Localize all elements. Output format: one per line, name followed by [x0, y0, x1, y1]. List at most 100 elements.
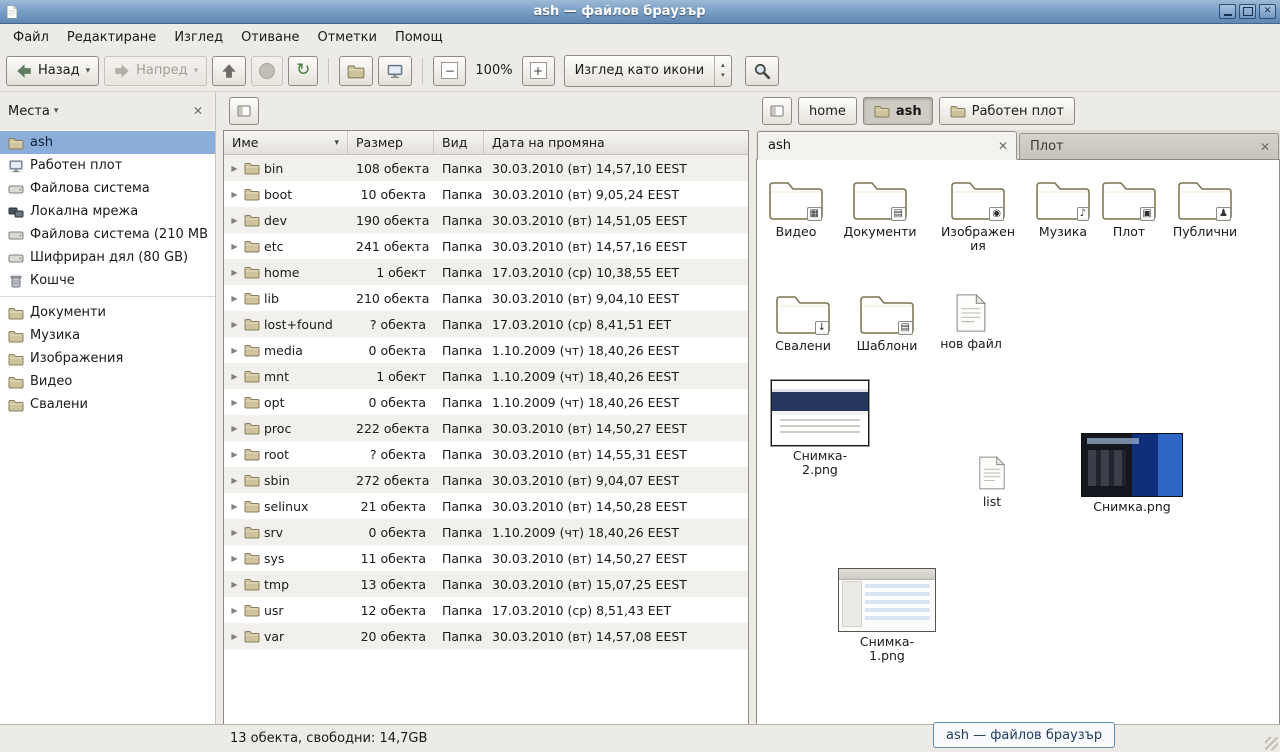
expander-icon[interactable]: ▶ [229, 528, 240, 537]
expander-icon[interactable]: ▶ [229, 216, 240, 225]
table-row[interactable]: ▶ var 20 обекта Папка 30.03.2010 (вт) 14… [224, 623, 748, 649]
file-item-pictures[interactable]: ◉ Изображения [937, 174, 1019, 254]
expander-icon[interactable]: ▶ [229, 554, 240, 563]
column-header-type[interactable]: Вид [434, 131, 484, 154]
table-row[interactable]: ▶ media 0 обекта Папка 1.10.2009 (чт) 18… [224, 337, 748, 363]
menu-help[interactable]: Помощ [386, 27, 452, 48]
file-item-downloads[interactable]: ↓ Свалени [764, 288, 842, 353]
up-button[interactable] [212, 56, 246, 86]
file-item-new-file[interactable]: нов файл [933, 286, 1009, 351]
pane-splitter[interactable] [749, 92, 756, 724]
file-item-templates[interactable]: ▤ Шаблони [848, 288, 926, 353]
expander-icon[interactable]: ▶ [229, 502, 240, 511]
expander-icon[interactable]: ▶ [229, 398, 240, 407]
computer-button[interactable] [378, 56, 412, 86]
menu-view[interactable]: Изглед [165, 27, 232, 48]
pathbar-item-desktop[interactable]: Работен плот [939, 97, 1075, 125]
sidebar-item[interactable]: Свалени [0, 393, 215, 416]
table-row[interactable]: ▶ root ? обекта Папка 30.03.2010 (вт) 14… [224, 441, 748, 467]
sidebar-item[interactable]: Работен плот [0, 154, 215, 177]
table-row[interactable]: ▶ srv 0 обекта Папка 1.10.2009 (чт) 18,4… [224, 519, 748, 545]
table-row[interactable]: ▶ selinux 21 обекта Папка 30.03.2010 (вт… [224, 493, 748, 519]
menu-file[interactable]: Файл [4, 27, 58, 48]
expander-icon[interactable]: ▶ [229, 606, 240, 615]
sidebar-item[interactable]: Шифриран дял (80 GB) [0, 246, 215, 269]
sidebar-item[interactable]: Изображения [0, 347, 215, 370]
pathbar-root-button[interactable] [762, 97, 792, 125]
chevron-down-icon[interactable]: ▾ [54, 106, 189, 116]
file-item-music[interactable]: ♪ Музика [1025, 174, 1101, 239]
sidebar-title[interactable]: Места [8, 104, 50, 119]
expander-icon[interactable]: ▶ [229, 164, 240, 173]
table-row[interactable]: ▶ mnt 1 обект Папка 1.10.2009 (чт) 18,40… [224, 363, 748, 389]
file-item-snimka1[interactable]: Снимка-1.png [837, 568, 937, 664]
table-row[interactable]: ▶ proc 222 обекта Папка 30.03.2010 (вт) … [224, 415, 748, 441]
home-button[interactable] [339, 56, 373, 86]
forward-button[interactable]: Напред ▾ [104, 56, 207, 86]
expander-icon[interactable]: ▶ [229, 632, 240, 641]
sidebar-item[interactable]: Файлова система (210 MB) [0, 223, 215, 246]
file-item-public[interactable]: ♟ Публични [1167, 174, 1243, 239]
menu-go[interactable]: Отиване [232, 27, 308, 48]
table-row[interactable]: ▶ opt 0 обекта Папка 1.10.2009 (чт) 18,4… [224, 389, 748, 415]
table-row[interactable]: ▶ bin 108 обекта Папка 30.03.2010 (вт) 1… [224, 155, 748, 181]
tab-close-icon[interactable]: ✕ [994, 138, 1012, 154]
table-row[interactable]: ▶ sbin 272 обекта Папка 30.03.2010 (вт) … [224, 467, 748, 493]
resize-grip[interactable] [1265, 737, 1278, 750]
menu-bookmarks[interactable]: Отметки [308, 27, 385, 48]
zoom-in-button[interactable]: + [522, 56, 555, 86]
pathbar-item-home[interactable]: home [798, 97, 857, 125]
back-button[interactable]: Назад ▾ [6, 56, 99, 86]
expander-icon[interactable]: ▶ [229, 372, 240, 381]
pathbar-item-ash[interactable]: ash [863, 97, 933, 125]
tab-ash[interactable]: ash ✕ [757, 131, 1017, 160]
table-row[interactable]: ▶ sys 11 обекта Папка 30.03.2010 (вт) 14… [224, 545, 748, 571]
column-header-size[interactable]: Размер [348, 131, 434, 154]
sidebar-item[interactable]: Локална мрежа [0, 200, 215, 223]
table-row[interactable]: ▶ boot 10 обекта Папка 30.03.2010 (вт) 9… [224, 181, 748, 207]
table-row[interactable]: ▶ lib 210 обекта Папка 30.03.2010 (вт) 9… [224, 285, 748, 311]
sidebar-item[interactable]: Видео [0, 370, 215, 393]
expander-icon[interactable]: ▶ [229, 450, 240, 459]
tab-close-icon[interactable]: ✕ [1256, 139, 1274, 155]
file-item-plot[interactable]: ▣ Плот [1097, 174, 1161, 239]
stop-button[interactable] [251, 56, 283, 86]
close-button[interactable]: ✕ [1259, 4, 1276, 19]
column-header-date[interactable]: Дата на промяна [484, 131, 748, 154]
minimize-button[interactable] [1219, 4, 1236, 19]
column-header-name[interactable]: Име ▾ [224, 131, 348, 154]
file-item-snimka2[interactable]: Снимка-2.png [770, 380, 870, 478]
sidebar-item[interactable]: Документи [0, 301, 215, 324]
expander-icon[interactable]: ▶ [229, 346, 240, 355]
view-mode-select[interactable]: Изглед като икони ▴▾ [564, 55, 732, 87]
sidebar-close-button[interactable]: ✕ [189, 103, 207, 119]
pane-splitter[interactable] [216, 92, 223, 724]
expander-icon[interactable]: ▶ [229, 242, 240, 251]
sidebar-item[interactable]: Музика [0, 324, 215, 347]
expander-icon[interactable]: ▶ [229, 190, 240, 199]
table-row[interactable]: ▶ usr 12 обекта Папка 17.03.2010 (ср) 8,… [224, 597, 748, 623]
pathbar-root-button[interactable] [229, 97, 259, 125]
tab-plot[interactable]: Плот ✕ [1019, 133, 1279, 159]
expander-icon[interactable]: ▶ [229, 268, 240, 277]
menu-edit[interactable]: Редактиране [58, 27, 165, 48]
expander-icon[interactable]: ▶ [229, 476, 240, 485]
sidebar-item[interactable]: ash [0, 131, 215, 154]
file-item-documents[interactable]: ▤ Документи [841, 174, 919, 239]
table-row[interactable]: ▶ etc 241 обекта Папка 30.03.2010 (вт) 1… [224, 233, 748, 259]
sidebar-item[interactable]: Кошче [0, 269, 215, 292]
table-row[interactable]: ▶ dev 190 обекта Папка 30.03.2010 (вт) 1… [224, 207, 748, 233]
titlebar[interactable]: ash — файлов браузър ✕ [0, 0, 1280, 24]
reload-button[interactable]: ↻ [288, 56, 318, 86]
sidebar-item[interactable]: Файлова система [0, 177, 215, 200]
maximize-button[interactable] [1239, 4, 1256, 19]
file-item-video[interactable]: ▦ Видео [757, 174, 835, 239]
file-item-snimka[interactable]: Снимка.png [1080, 433, 1184, 514]
expander-icon[interactable]: ▶ [229, 320, 240, 329]
icon-view[interactable]: ▦ Видео ▤ Документи ◉ Изображения ♪ Музи… [756, 160, 1280, 724]
zoom-out-button[interactable]: − [433, 56, 466, 86]
sidebar-item[interactable] [0, 292, 215, 301]
table-row[interactable]: ▶ tmp 13 обекта Папка 30.03.2010 (вт) 15… [224, 571, 748, 597]
search-button[interactable] [745, 56, 779, 86]
table-row[interactable]: ▶ home 1 обект Папка 17.03.2010 (ср) 10,… [224, 259, 748, 285]
